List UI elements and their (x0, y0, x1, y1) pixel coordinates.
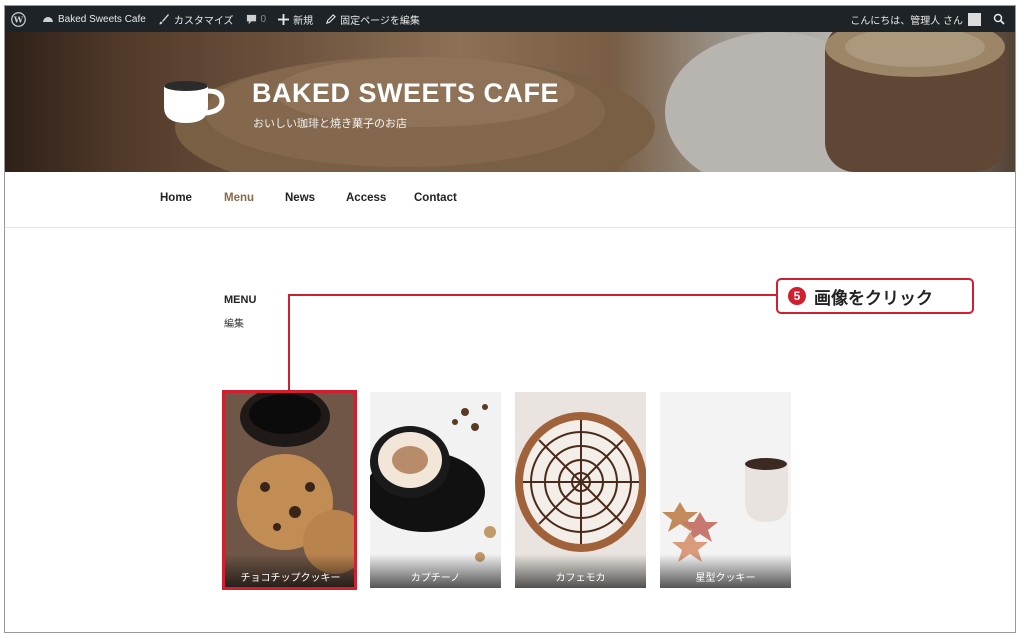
dashboard-icon (43, 17, 53, 22)
comments-link[interactable]: 0 (240, 6, 273, 32)
customize-link[interactable]: カスタマイズ (152, 6, 240, 32)
avatar (968, 12, 981, 26)
customize-label: カスタマイズ (173, 15, 234, 27)
comments-count: 0 (260, 13, 267, 25)
wordpress-logo-button[interactable]: W (5, 6, 36, 32)
admin-bar: W Baked Sweets Cafe カスタマイズ 0 新規 固定ページを編集… (5, 6, 1015, 32)
gallery-caption: カプチーノ (370, 554, 501, 588)
nav-item-news[interactable]: News (285, 192, 315, 204)
site-tagline: おいしい珈琲と焼き菓子のお店 (253, 118, 407, 130)
svg-text:W: W (13, 14, 24, 24)
edit-link[interactable]: 編集 (224, 315, 244, 330)
site-header: BAKED SWEETS CAFE おいしい珈琲と焼き菓子のお店 (5, 32, 1015, 172)
pencil-icon (326, 13, 336, 24)
nav-item-contact[interactable]: Contact (414, 192, 457, 204)
search-icon (993, 13, 1005, 25)
greeting-text: こんにちは、管理人 さん (850, 15, 963, 27)
gallery-caption: カフェモカ (515, 554, 646, 588)
search-button[interactable] (987, 6, 1015, 32)
callout-box: 5 画像をクリック (776, 278, 974, 314)
nav-item-home[interactable]: Home (160, 192, 192, 204)
gallery-item-star-cookie[interactable]: 星型クッキー (660, 392, 791, 588)
edit-page-link[interactable]: 固定ページを編集 (319, 6, 426, 32)
comment-icon (246, 14, 256, 24)
gallery-item-cappuccino[interactable]: カプチーノ (370, 392, 501, 588)
admin-site-name-link[interactable]: Baked Sweets Cafe (36, 6, 152, 32)
new-label: 新規 (293, 15, 314, 27)
nav-item-access[interactable]: Access (346, 192, 386, 204)
callout-line (288, 294, 290, 390)
callout-text: 画像をクリック (814, 288, 933, 308)
main-navigation: Home Menu News Access Contact (5, 172, 1015, 228)
my-account-link[interactable]: こんにちは、管理人 さん (844, 6, 987, 32)
new-content-link[interactable]: 新規 (272, 6, 319, 32)
step-number-badge: 5 (788, 287, 806, 305)
brush-icon (158, 14, 169, 25)
wordpress-icon: W (11, 11, 26, 27)
site-title[interactable]: BAKED SWEETS CAFE (252, 78, 559, 109)
gallery-caption: 星型クッキー (660, 554, 791, 588)
plus-icon (278, 13, 290, 25)
site-logo[interactable] (160, 77, 226, 132)
browser-frame: W Baked Sweets Cafe カスタマイズ 0 新規 固定ページを編集… (4, 5, 1016, 633)
admin-bar-right: こんにちは、管理人 さん (844, 6, 1015, 32)
gallery-item-cafe-mocha[interactable]: カフェモカ (515, 392, 646, 588)
highlight-frame (222, 390, 357, 590)
admin-site-name: Baked Sweets Cafe (58, 13, 146, 25)
nav-item-menu[interactable]: Menu (224, 192, 254, 204)
edit-page-label: 固定ページを編集 (340, 15, 420, 27)
page-title: MENU (224, 294, 257, 306)
callout-line (288, 294, 776, 296)
coffee-cup-icon (164, 81, 225, 123)
